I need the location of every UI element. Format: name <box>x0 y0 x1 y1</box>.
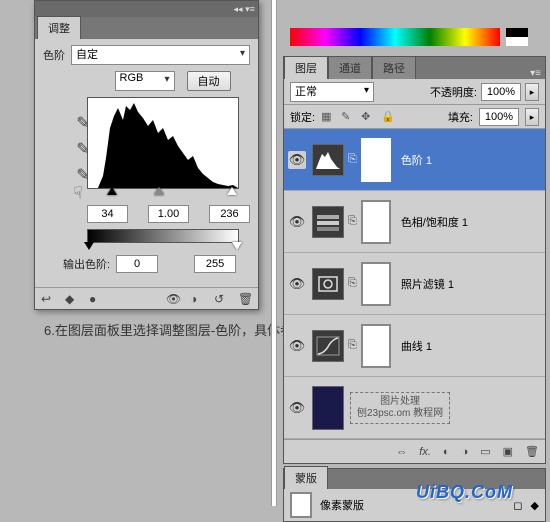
preset-select[interactable]: 自定 <box>71 45 250 65</box>
visibility-toggle-icon[interactable]: 👁 <box>288 399 306 417</box>
panel-menu-icon[interactable]: ▾≡ <box>245 4 255 14</box>
opacity-label: 不透明度: <box>430 84 477 100</box>
lock-transparent-icon[interactable]: ▦ <box>321 110 335 124</box>
trash-icon[interactable]: 🗑 <box>238 292 252 306</box>
lock-position-icon[interactable]: ✥ <box>361 110 375 124</box>
panel-divider[interactable] <box>271 0 277 506</box>
layer-list: 👁 ⎘ 色阶 1 👁 ⎘ 色相/饱和度 1 👁 <box>284 129 545 439</box>
layer-name[interactable]: 色阶 1 <box>401 152 432 168</box>
layer-mask-thumb[interactable] <box>361 200 391 244</box>
pixel-mask-icon[interactable]: ◻ <box>513 499 522 512</box>
adjustments-body: 色阶 自定 RGB 自动 ✎ ✎ ✎ ☟ 34 1.00 236 <box>35 39 258 287</box>
mask-icon[interactable]: ◐ <box>443 446 450 458</box>
watermark: UiBQ.CoM <box>416 482 513 503</box>
adjustment-layer-icon[interactable]: ◑ <box>462 446 469 458</box>
vector-mask-icon[interactable]: ◆ <box>531 499 539 512</box>
layers-tab-row: 图层 通道 路径 ▾≡ <box>284 57 545 79</box>
layer-row[interactable]: 👁 ⎘ 色相/饱和度 1 <box>284 191 545 253</box>
fx-icon[interactable]: fx. <box>419 446 431 458</box>
expand-icon[interactable]: ◆ <box>65 292 79 306</box>
levels-type-label: 色阶 <box>43 47 65 63</box>
levels-adjust-thumb-icon[interactable] <box>312 144 344 176</box>
visibility-toggle-icon[interactable]: 👁 <box>288 275 306 293</box>
channel-select[interactable]: RGB <box>115 71 175 91</box>
layer-row[interactable]: 👁 ⎘ 曲线 1 <box>284 315 545 377</box>
gray-slider-icon[interactable] <box>154 187 164 195</box>
group-icon[interactable]: ▭ <box>480 445 490 458</box>
visibility-toggle-icon[interactable]: 👁 <box>288 213 306 231</box>
background-thumb[interactable] <box>312 386 344 430</box>
layer-name[interactable]: 色相/饱和度 1 <box>401 214 468 230</box>
layers-lock-row: 锁定: ▦ ✎ ✥ 🔒 填充: 100% ▸ <box>284 105 545 129</box>
opacity-field[interactable]: 100% <box>481 83 521 101</box>
link-icon[interactable]: ⎘ <box>348 339 357 352</box>
visibility-toggle-icon[interactable]: 👁 <box>288 337 306 355</box>
bw-swatch[interactable] <box>506 28 528 46</box>
link-icon[interactable]: ⎘ <box>348 215 357 228</box>
tab-adjustments[interactable]: 调整 <box>37 16 81 39</box>
color-spectrum[interactable] <box>290 28 500 46</box>
panel-controls: ◂◂ ▾≡ <box>35 1 258 17</box>
adjustments-footer: ↩ ◆ ● 👁 ◑ ↺ 🗑 <box>35 287 258 309</box>
blend-mode-select[interactable]: 正常 <box>290 82 374 102</box>
layer-row[interactable]: 👁 ⎘ 照片滤镜 1 <box>284 253 545 315</box>
layer-name[interactable]: 照片滤镜 1 <box>401 276 454 292</box>
visibility-icon[interactable]: 👁 <box>166 292 180 306</box>
adjustments-tab-row: 调整 <box>35 17 258 39</box>
layer-mask-thumb[interactable] <box>361 262 391 306</box>
input-mid-field[interactable]: 1.00 <box>148 205 189 223</box>
adjustments-panel: ◂◂ ▾≡ 调整 色阶 自定 RGB 自动 ✎ ✎ ✎ ☟ <box>34 0 259 310</box>
output-gradient[interactable] <box>87 229 239 243</box>
clip-icon[interactable]: ● <box>89 292 103 306</box>
output-black-field[interactable]: 0 <box>116 255 158 273</box>
auto-button[interactable]: 自动 <box>187 71 231 91</box>
output-black-slider-icon[interactable] <box>84 242 94 250</box>
tab-masks[interactable]: 蒙版 <box>284 466 328 489</box>
output-levels-label: 输出色阶: <box>63 256 110 272</box>
layer-name: 图片处理 刨23psc.om 教程网 <box>350 392 450 424</box>
lock-all-icon[interactable]: 🔒 <box>381 110 395 124</box>
layer-mask-thumb[interactable] <box>361 324 391 368</box>
curves-adjust-thumb-icon[interactable] <box>312 330 344 362</box>
return-arrow-icon[interactable]: ↩ <box>41 292 55 306</box>
input-white-field[interactable]: 236 <box>209 205 250 223</box>
fill-field[interactable]: 100% <box>479 108 519 126</box>
mask-type-label: 像素蒙版 <box>320 497 364 513</box>
link-icon[interactable]: ⎘ <box>348 153 357 166</box>
input-black-field[interactable]: 34 <box>87 205 128 223</box>
opacity-flyout-icon[interactable]: ▸ <box>525 83 539 101</box>
link-icon[interactable]: ⎘ <box>348 277 357 290</box>
previous-state-icon[interactable]: ◑ <box>190 292 204 306</box>
fill-flyout-icon[interactable]: ▸ <box>525 108 539 126</box>
reset-icon[interactable]: ↺ <box>214 292 228 306</box>
layers-footer: ⇔ fx. ◐ ◑ ▭ ▣ 🗑 <box>284 439 545 463</box>
panel-menu-icon[interactable]: ▾≡ <box>526 68 545 79</box>
output-white-slider-icon[interactable] <box>232 242 242 250</box>
lock-pixels-icon[interactable]: ✎ <box>341 110 355 124</box>
fill-label: 填充: <box>448 109 473 125</box>
huesat-adjust-thumb-icon[interactable] <box>312 206 344 238</box>
layer-name[interactable]: 曲线 1 <box>401 338 432 354</box>
lock-label: 锁定: <box>290 109 315 125</box>
layers-panel: 图层 通道 路径 ▾≡ 正常 不透明度: 100% ▸ 锁定: ▦ ✎ ✥ 🔒 … <box>283 56 546 464</box>
photofilter-adjust-thumb-icon[interactable] <box>312 268 344 300</box>
output-white-field[interactable]: 255 <box>194 255 236 273</box>
trash-icon[interactable]: 🗑 <box>525 445 539 458</box>
tab-channels[interactable]: 通道 <box>328 56 372 79</box>
link-layers-icon[interactable]: ⇔ <box>396 446 407 458</box>
layer-row[interactable]: 👁 图片处理 刨23psc.om 教程网 <box>284 377 545 439</box>
tab-paths[interactable]: 路径 <box>372 56 416 79</box>
black-slider-icon[interactable] <box>107 187 117 195</box>
input-slider-track[interactable] <box>87 189 239 199</box>
collapse-icon[interactable]: ◂◂ <box>233 4 243 14</box>
layer-mask-thumb[interactable] <box>361 138 391 182</box>
white-slider-icon[interactable] <box>227 187 237 195</box>
new-layer-icon[interactable]: ▣ <box>503 445 513 458</box>
mask-thumb[interactable] <box>290 492 312 518</box>
layer-row[interactable]: 👁 ⎘ 色阶 1 <box>284 129 545 191</box>
tab-layers[interactable]: 图层 <box>284 56 328 79</box>
layers-blend-row: 正常 不透明度: 100% ▸ <box>284 79 545 105</box>
visibility-toggle-icon[interactable]: 👁 <box>288 151 306 169</box>
histogram <box>87 97 239 189</box>
